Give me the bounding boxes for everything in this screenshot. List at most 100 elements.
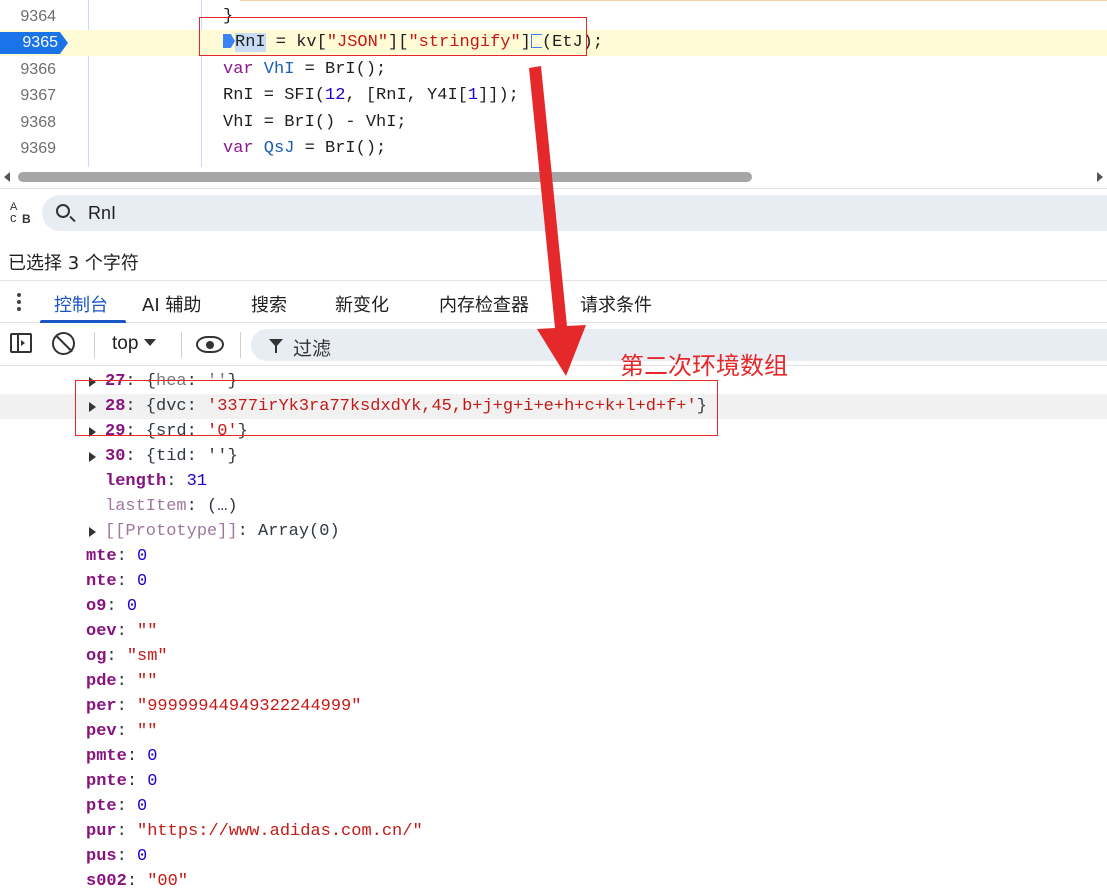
property-key: oev: [86, 622, 117, 641]
annotation-label: 第二次环境数组: [620, 352, 788, 380]
console-output[interactable]: 27: {hea: ''} 28: {dvc: '3377irYk3ra77ks…: [0, 367, 1107, 892]
property-row[interactable]: pmte: 0: [0, 744, 1107, 769]
code-line[interactable]: 9368 VhI = BrI() - VhI;: [0, 110, 1107, 136]
scroll-right-icon[interactable]: [1097, 172, 1103, 182]
property-row[interactable]: mte: 0: [0, 544, 1107, 569]
property-row[interactable]: pev: "": [0, 719, 1107, 744]
last-item-row[interactable]: lastItem: (…): [0, 494, 1107, 519]
prototype-key: [[Prototype]]: [105, 522, 238, 541]
expand-triangle-icon[interactable]: [89, 452, 96, 462]
item-value: '': [207, 447, 228, 466]
filter-icon: [269, 339, 283, 353]
code-token: = BrI();: [294, 139, 387, 158]
code-token: VhI = BrI() - VhI;: [223, 113, 407, 132]
code-token: 12: [325, 86, 346, 105]
active-tab-indicator: [40, 320, 126, 323]
property-key: per: [86, 697, 117, 716]
property-value: "99999944949322244999": [137, 697, 362, 716]
property-row[interactable]: pnte: 0: [0, 769, 1107, 794]
toolbar-divider: [94, 332, 95, 358]
tab-request-conditions[interactable]: 请求条件: [580, 291, 652, 317]
property-key: s002: [86, 872, 127, 891]
code-line[interactable]: 9366 var VhI = BrI();: [0, 57, 1107, 83]
highlight-box-code: [199, 17, 587, 56]
line-number[interactable]: 9367: [0, 87, 66, 105]
property-row[interactable]: oev: "": [0, 619, 1107, 644]
line-number-active[interactable]: 9365: [0, 32, 68, 54]
scrollbar-thumb[interactable]: [18, 172, 752, 182]
code-text: var VhI = BrI();: [223, 60, 386, 79]
expand-triangle-icon[interactable]: [89, 527, 96, 537]
property-value: 0: [147, 772, 158, 791]
match-case-icon[interactable]: A c B: [8, 201, 36, 227]
property-key: pmte: [86, 747, 127, 766]
property-key: pnte: [86, 772, 127, 791]
context-selector[interactable]: top: [112, 333, 157, 355]
property-row[interactable]: nte: 0: [0, 569, 1107, 594]
property-key: o9: [86, 597, 107, 616]
property-row[interactable]: pus: 0: [0, 844, 1107, 869]
scroll-left-icon[interactable]: [4, 172, 10, 182]
property-row[interactable]: pur: "https://www.adidas.com.cn/": [0, 819, 1107, 844]
item-index: 30: [105, 447, 126, 466]
property-value: "sm": [126, 647, 168, 666]
code-token: = BrI();: [294, 60, 387, 79]
code-token: RnI = SFI(: [223, 86, 326, 105]
property-key: mte: [86, 547, 117, 566]
property-value: 0: [137, 847, 148, 866]
more-options-icon[interactable]: [14, 292, 24, 312]
highlight-box-console: [75, 380, 718, 436]
property-key: pde: [86, 672, 117, 691]
last-item-getter[interactable]: (…): [207, 497, 238, 516]
line-number[interactable]: 9366: [0, 61, 66, 79]
property-value: 0: [137, 572, 148, 591]
search-input[interactable]: [88, 201, 988, 225]
horizontal-scrollbar[interactable]: [0, 167, 1107, 187]
property-value: "https://www.adidas.com.cn/": [137, 822, 423, 841]
prototype-row[interactable]: [[Prototype]]: Array(0): [0, 519, 1107, 544]
code-line[interactable]: 9367 RnI = SFI(12, [RnI, Y4I[1]]);: [0, 83, 1107, 109]
code-token: QsJ: [253, 139, 295, 158]
property-row[interactable]: pte: 0: [0, 794, 1107, 819]
property-row[interactable]: s002: "00": [0, 869, 1107, 892]
property-row[interactable]: og: "sm": [0, 644, 1107, 669]
line-number[interactable]: 9369: [0, 140, 66, 158]
search-box[interactable]: [42, 195, 1107, 231]
sidebar-toggle-icon[interactable]: [10, 333, 32, 353]
code-token: , [RnI, Y4I[: [345, 86, 468, 105]
search-icon: [56, 204, 70, 218]
tab-ai-assistance[interactable]: AI 辅助: [142, 291, 201, 317]
property-row[interactable]: pde: "": [0, 669, 1107, 694]
code-line[interactable]: 9369 var QsJ = BrI();: [0, 136, 1107, 162]
property-key: nte: [86, 572, 117, 591]
selection-status: 已选择 3 个字符: [8, 253, 139, 274]
item-key: tid: [156, 447, 187, 466]
tab-console[interactable]: 控制台: [54, 291, 108, 317]
property-value: 0: [137, 547, 148, 566]
property-value: 0: [126, 597, 138, 616]
tab-memory-inspector[interactable]: 内存检查器: [439, 291, 529, 317]
console-toolbar: top 过滤: [0, 324, 1107, 366]
live-expression-eye-icon[interactable]: [196, 336, 224, 353]
property-row[interactable]: per: "99999944949322244999": [0, 694, 1107, 719]
length-key: length: [105, 472, 167, 491]
array-item-row[interactable]: 30: {tid: ''}: [0, 444, 1107, 469]
clear-console-icon[interactable]: [52, 332, 75, 355]
property-key: pur: [86, 822, 117, 841]
array-length-row: length: 31: [105, 472, 208, 491]
tab-whats-new[interactable]: 新变化: [335, 291, 389, 317]
prototype-value: Array(0): [258, 522, 340, 541]
tab-search[interactable]: 搜索: [251, 291, 287, 317]
source-search-bar: A c B: [0, 188, 1107, 238]
property-value: "": [137, 722, 158, 741]
code-text: VhI = BrI() - VhI;: [223, 113, 407, 132]
code-token: ]]);: [478, 86, 519, 105]
length-value: 31: [186, 472, 208, 491]
line-number[interactable]: 9368: [0, 114, 66, 132]
line-number[interactable]: 9364: [0, 8, 66, 26]
last-item-key: lastItem: [105, 497, 187, 516]
property-row[interactable]: o9: 0: [0, 594, 1107, 619]
property-key: pus: [86, 847, 117, 866]
code-token: VhI: [253, 60, 295, 79]
toolbar-divider: [181, 332, 182, 358]
